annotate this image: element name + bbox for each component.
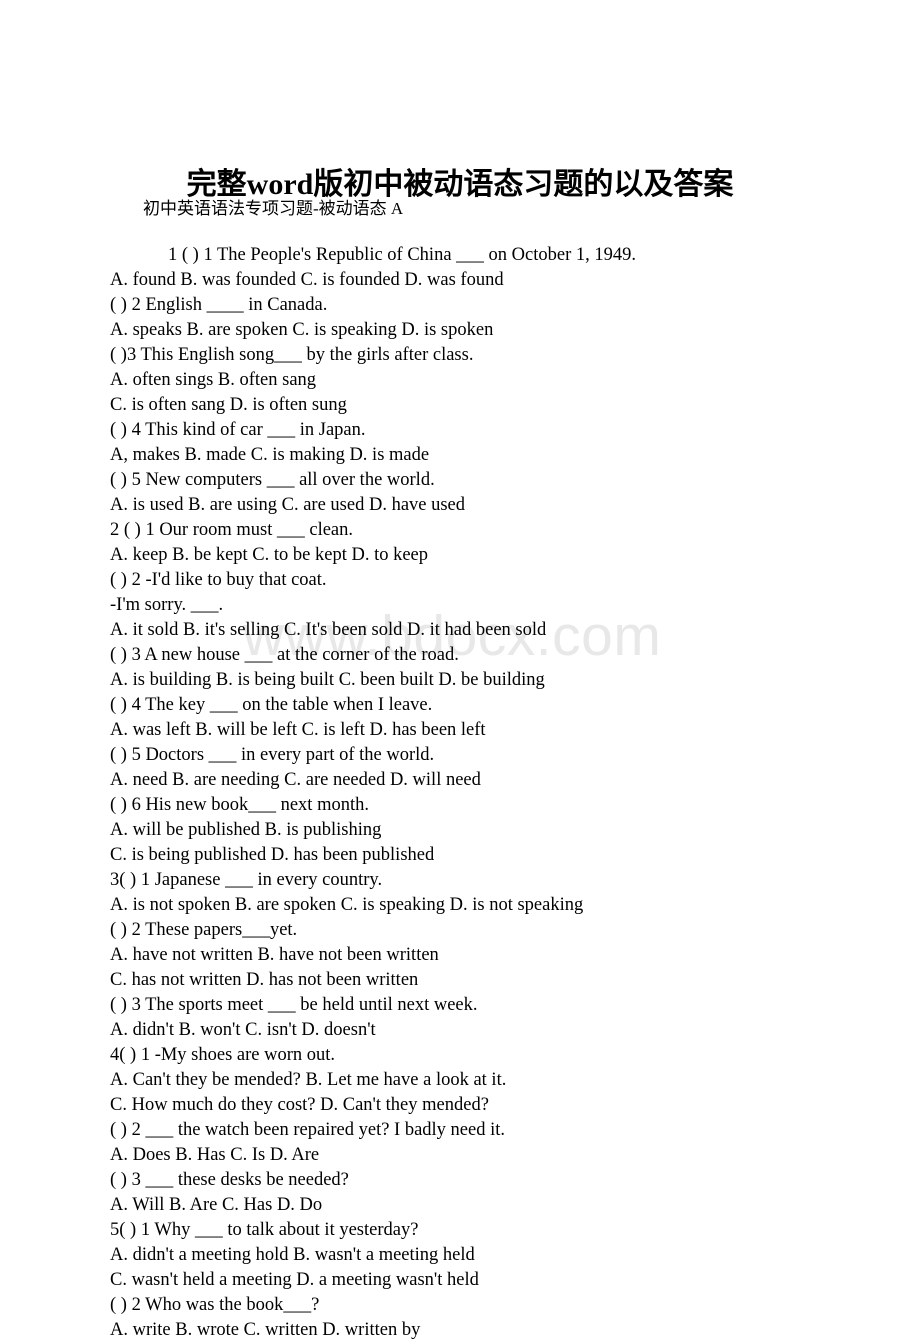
exercise-line: A. is building B. is being built C. been… bbox=[110, 670, 545, 690]
exercise-line: C. How much do they cost? D. Can't they … bbox=[110, 1095, 489, 1115]
exercise-line: A. Will B. Are C. Has D. Do bbox=[110, 1195, 323, 1215]
exercise-line: 1 ( ) 1 The People's Republic of China _… bbox=[168, 245, 636, 265]
exercise-line: ( ) 3 The sports meet ___ be held until … bbox=[110, 995, 478, 1015]
exercise-line: ( ) 2 English ____ in Canada. bbox=[110, 295, 328, 315]
exercise-line: ( ) 3 A new house ___ at the corner of t… bbox=[110, 645, 459, 665]
exercise-line: A. need B. are needing C. are needed D. … bbox=[110, 770, 481, 790]
exercise-line: ( ) 2 -I'd like to buy that coat. bbox=[110, 570, 327, 590]
exercise-line: A. write B. wrote C. written D. written … bbox=[110, 1320, 421, 1340]
exercise-line: 2 ( ) 1 Our room must ___ clean. bbox=[110, 520, 354, 540]
exercise-line: ( ) 4 The key ___ on the table when I le… bbox=[110, 695, 433, 715]
exercise-line: A. is used B. are using C. are used D. h… bbox=[110, 495, 466, 515]
exercise-line: A. is not spoken B. are spoken C. is spe… bbox=[110, 895, 584, 915]
exercise-line: A. Can't they be mended? B. Let me have … bbox=[110, 1070, 507, 1090]
exercise-line: ( ) 4 This kind of car ___ in Japan. bbox=[110, 420, 366, 440]
exercise-line: A. was left B. will be left C. is left D… bbox=[110, 720, 486, 740]
exercise-line: ( )3 This English song___ by the girls a… bbox=[110, 345, 474, 365]
exercise-line: A. will be published B. is publishing bbox=[110, 820, 382, 840]
exercise-body: 1 ( ) 1 The People's Republic of China _… bbox=[110, 243, 900, 1343]
exercise-line: ( ) 5 Doctors ___ in every part of the w… bbox=[110, 745, 435, 765]
document-subtitle: 初中英语语法专项习题-被动语态 A bbox=[143, 199, 404, 218]
exercise-line: A. speaks B. are spoken C. is speaking D… bbox=[110, 320, 494, 340]
page-title: 完整word版初中被动语态习题的以及答案 bbox=[186, 168, 734, 202]
exercise-line: A. didn't a meeting hold B. wasn't a mee… bbox=[110, 1245, 475, 1265]
exercise-line: C. is often sang D. is often sung bbox=[110, 395, 347, 415]
exercise-line: A. found B. was founded C. is founded D.… bbox=[110, 270, 504, 290]
exercise-line: A. often sings B. often sang bbox=[110, 370, 317, 390]
exercise-line: C. is being published D. has been publis… bbox=[110, 845, 435, 865]
exercise-line: A. didn't B. won't C. isn't D. doesn't bbox=[110, 1020, 376, 1040]
exercise-line: C. wasn't held a meeting D. a meeting wa… bbox=[110, 1270, 479, 1290]
exercise-line: A. have not written B. have not been wri… bbox=[110, 945, 439, 965]
exercise-line: A. keep B. be kept C. to be kept D. to k… bbox=[110, 545, 429, 565]
exercise-line: 3( ) 1 Japanese ___ in every country. bbox=[110, 870, 383, 890]
exercise-line: ( ) 2 Who was the book___? bbox=[110, 1295, 320, 1315]
document-content: 完整word版初中被动语态习题的以及答案 初中英语语法专项习题-被动语态 A 1… bbox=[0, 0, 920, 1340]
exercise-line: 4( ) 1 -My shoes are worn out. bbox=[110, 1045, 336, 1065]
exercise-line: ( ) 3 ___ these desks be needed? bbox=[110, 1170, 349, 1190]
exercise-line: ( ) 5 New computers ___ all over the wor… bbox=[110, 470, 435, 490]
exercise-line: -I'm sorry. ___. bbox=[110, 595, 224, 615]
exercise-line: 5( ) 1 Why ___ to talk about it yesterda… bbox=[110, 1220, 419, 1240]
exercise-line: A. Does B. Has C. Is D. Are bbox=[110, 1145, 320, 1165]
exercise-line: A, makes B. made C. is making D. is made bbox=[110, 445, 430, 465]
document-page: www.bdocx.com 完整word版初中被动语态习题的以及答案 初中英语语… bbox=[0, 0, 920, 1340]
exercise-line: ( ) 2 These papers___yet. bbox=[110, 920, 298, 940]
exercise-line: A. it sold B. it's selling C. It's been … bbox=[110, 620, 547, 640]
exercise-line: ( ) 6 His new book___ next month. bbox=[110, 795, 369, 815]
exercise-line: C. has not written D. has not been writt… bbox=[110, 970, 419, 990]
exercise-line: ( ) 2 ___ the watch been repaired yet? I… bbox=[110, 1120, 506, 1140]
